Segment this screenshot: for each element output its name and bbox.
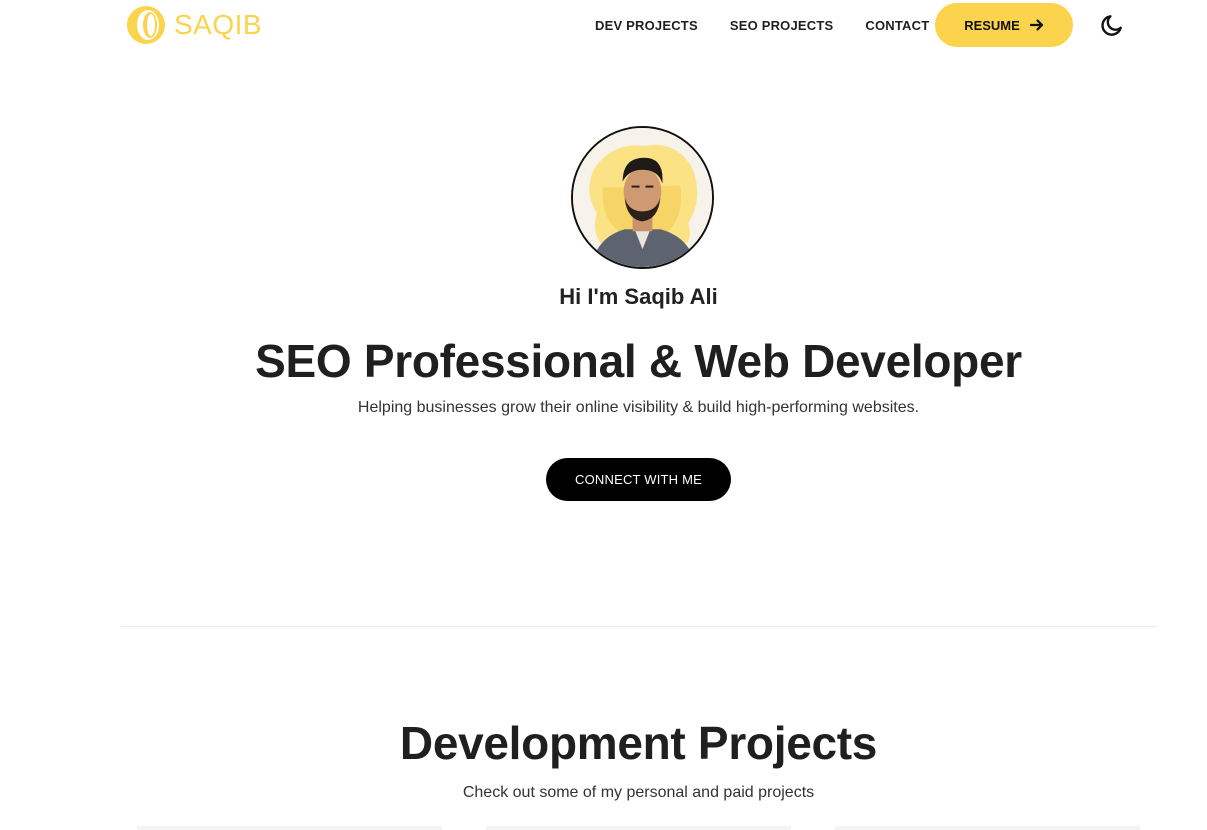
project-card[interactable] bbox=[486, 826, 791, 830]
moon-icon bbox=[1101, 15, 1122, 36]
hero-subtitle: Helping businesses grow their online vis… bbox=[357, 399, 920, 416]
projects-section-title: Development Projects bbox=[399, 717, 878, 769]
hero-title: SEO Professional & Web Developer bbox=[255, 335, 1022, 387]
section-divider bbox=[121, 626, 1157, 627]
connect-button-label: CONNECT WITH ME bbox=[575, 472, 702, 487]
profile-avatar bbox=[571, 126, 714, 269]
project-card[interactable] bbox=[137, 826, 442, 830]
logo-text: SAQIB bbox=[174, 9, 263, 40]
logo-mark-icon bbox=[127, 6, 165, 44]
site-header: SAQIB DEV PROJECTS SEO PROJECTS CONTACT … bbox=[0, 0, 1207, 50]
hero-greeting: Hi I'm Saqib Ali bbox=[559, 284, 718, 309]
nav-link-seo-projects[interactable]: SEO PROJECTS bbox=[730, 18, 834, 33]
resume-button-label: RESUME bbox=[964, 17, 1020, 33]
nav-link-dev-projects[interactable]: DEV PROJECTS bbox=[595, 18, 698, 33]
project-card[interactable] bbox=[835, 826, 1140, 830]
logo[interactable]: SAQIB bbox=[124, 3, 262, 47]
nav-link-contact[interactable]: CONTACT bbox=[865, 18, 929, 33]
connect-button[interactable]: CONNECT WITH ME bbox=[546, 458, 731, 501]
resume-button[interactable]: RESUME bbox=[935, 3, 1073, 47]
projects-section-subtitle: Check out some of my personal and paid p… bbox=[462, 784, 815, 801]
profile-photo bbox=[573, 128, 712, 267]
theme-toggle-button[interactable] bbox=[1099, 12, 1125, 38]
arrow-right-icon bbox=[1029, 19, 1043, 31]
main-nav: DEV PROJECTS SEO PROJECTS CONTACT bbox=[595, 0, 961, 50]
